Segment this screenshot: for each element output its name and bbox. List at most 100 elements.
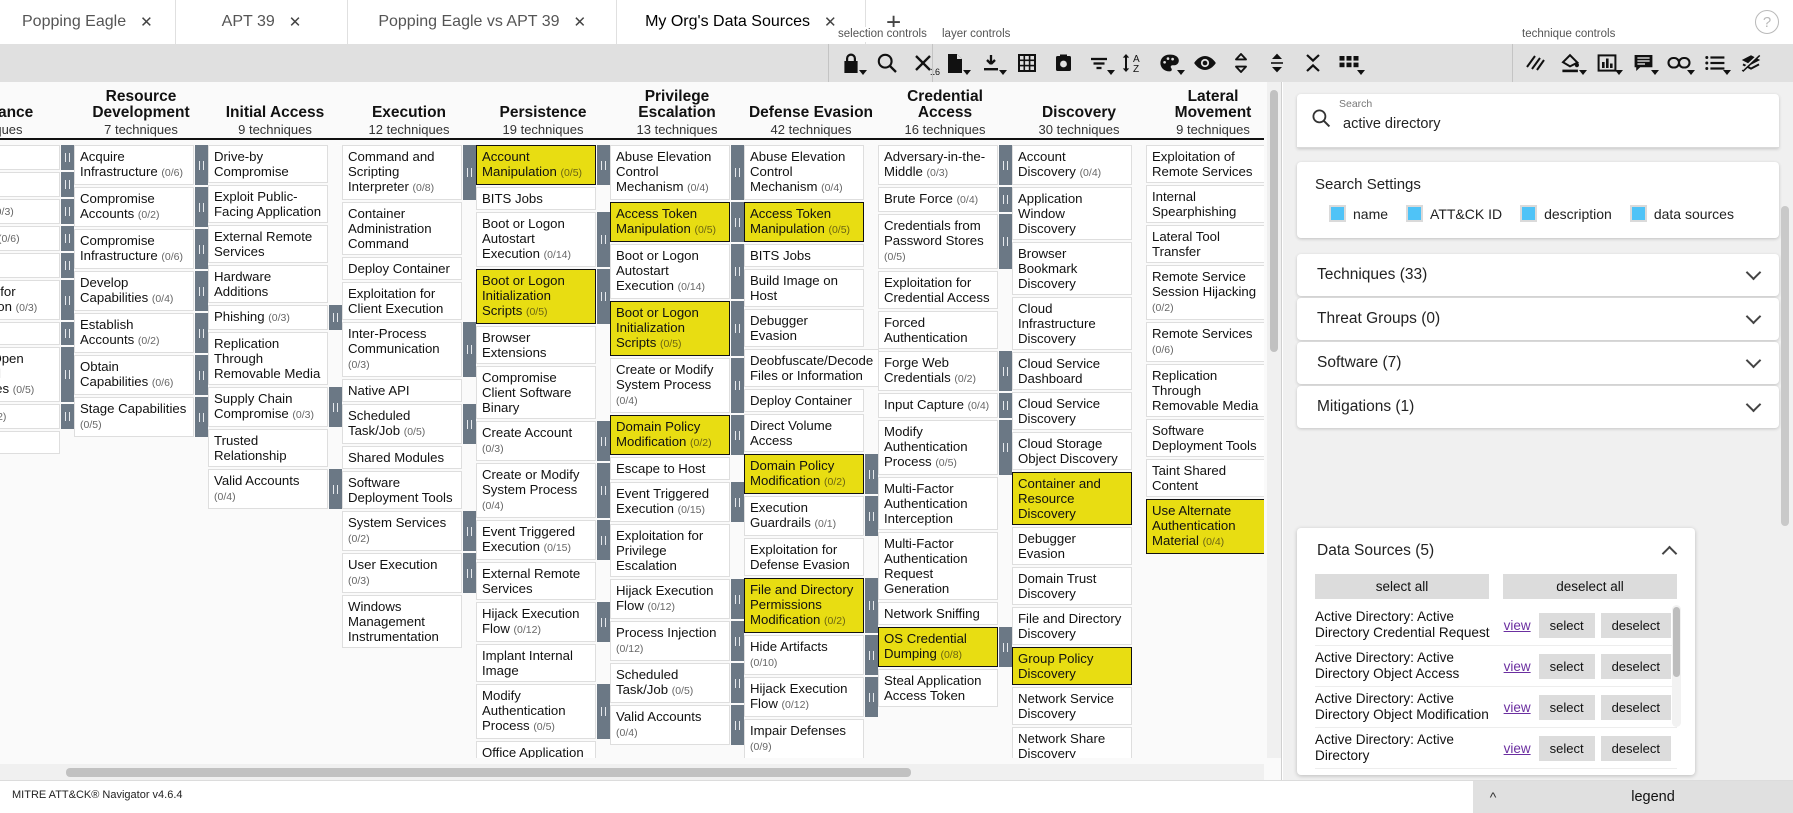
subtechnique-expand-handle[interactable] bbox=[731, 145, 744, 200]
search-field-container[interactable]: Search bbox=[1297, 94, 1779, 148]
subtechnique-expand-handle[interactable] bbox=[195, 145, 208, 185]
subtechnique-expand-handle[interactable] bbox=[195, 355, 208, 395]
data-sources-scrollbar[interactable] bbox=[1672, 605, 1681, 727]
subtechnique-expand-handle[interactable] bbox=[597, 212, 610, 267]
technique-cell[interactable]: Compromise Infrastructure (0/6) bbox=[74, 229, 194, 269]
subtechnique-expand-handle[interactable] bbox=[463, 404, 476, 444]
chevron-down-icon[interactable] bbox=[1723, 70, 1731, 75]
technique-cell[interactable]: Command and Scripting Interpreter (0/8) bbox=[342, 145, 462, 200]
subtechnique-expand-handle[interactable] bbox=[597, 684, 610, 739]
technique-cell[interactable]: Replication Through Removable Media bbox=[1146, 364, 1264, 417]
matrix-column-header[interactable]: ssanceiques bbox=[0, 82, 74, 140]
select-button[interactable]: select bbox=[1539, 736, 1595, 761]
matrix-column-header[interactable]: Discovery30 techniques bbox=[1012, 82, 1146, 140]
sidebar-scrollbar[interactable] bbox=[1780, 86, 1790, 776]
technique-cell[interactable]: Access Token Manipulation (0/5) bbox=[744, 202, 864, 242]
lock-icon[interactable] bbox=[833, 47, 869, 79]
subtechnique-expand-handle[interactable] bbox=[61, 145, 74, 170]
technique-cell[interactable]: Hijack Execution Flow (0/12) bbox=[610, 579, 730, 619]
technique-cell[interactable]: Steal Application Access Token bbox=[878, 669, 998, 707]
technique-cell[interactable]: Deploy Container bbox=[342, 257, 462, 280]
matrix-column-header[interactable]: Privilege Escalation13 techniques bbox=[610, 82, 744, 140]
technique-cell[interactable]: Domain Policy Modification (0/2) bbox=[610, 415, 730, 455]
technique-cell[interactable]: Implant Internal Image bbox=[476, 644, 596, 682]
technique-cell[interactable]: Account Discovery (0/4) bbox=[1012, 145, 1132, 185]
chevron-up-icon[interactable] bbox=[1662, 545, 1678, 561]
chevron-down-icon[interactable] bbox=[1746, 353, 1762, 369]
subtechnique-expand-handle[interactable] bbox=[597, 145, 610, 185]
help-icon[interactable]: ? bbox=[1755, 10, 1779, 34]
subtechnique-expand-handle[interactable] bbox=[731, 202, 744, 242]
technique-cell[interactable]: Compromise Client Software Binary bbox=[476, 366, 596, 419]
subtechnique-expand-handle[interactable] bbox=[195, 397, 208, 437]
technique-cell[interactable]: Account Manipulation (0/5) bbox=[476, 145, 596, 185]
layer-matrix-icon[interactable] bbox=[1009, 47, 1045, 79]
subtechnique-expand-handle[interactable] bbox=[61, 404, 74, 429]
technique-cell[interactable]: User Execution (0/3) bbox=[342, 553, 462, 593]
technique-cell[interactable]: Create Account (0/3) bbox=[476, 421, 596, 461]
subtechnique-expand-handle[interactable] bbox=[597, 463, 610, 518]
technique-cell[interactable]: Cloud Service Dashboard bbox=[1012, 352, 1132, 390]
technique-cell[interactable]: Use Alternate Authentication Material (0… bbox=[1146, 499, 1264, 554]
deselect-button[interactable]: deselect bbox=[1601, 613, 1671, 638]
clear-technique-icon[interactable] bbox=[1733, 47, 1769, 79]
chevron-down-icon[interactable] bbox=[859, 70, 867, 75]
subtechnique-expand-handle[interactable] bbox=[865, 496, 878, 536]
checkbox-icon[interactable] bbox=[1406, 205, 1423, 222]
subtechnique-expand-handle[interactable] bbox=[731, 358, 744, 413]
tab-popping-eagle[interactable]: Popping Eagle ✕ bbox=[0, 0, 176, 44]
technique-cell[interactable]: Hardware Additions bbox=[208, 265, 328, 303]
subtechnique-expand-handle[interactable] bbox=[999, 214, 1012, 269]
subtechnique-expand-handle[interactable] bbox=[61, 199, 74, 224]
technique-cell[interactable]: Host (0/4) bbox=[0, 172, 60, 197]
view-link[interactable]: view bbox=[1504, 741, 1531, 756]
technique-cell[interactable]: Replication Through Removable Media bbox=[208, 332, 328, 385]
technique-cell[interactable]: Abuse Elevation Control Mechanism (0/4) bbox=[744, 145, 864, 200]
technique-cell[interactable]: Exploit Public-Facing Application bbox=[208, 185, 328, 223]
technique-cell[interactable]: Compromise Accounts (0/2) bbox=[74, 187, 194, 227]
accordion-threat-groups[interactable]: Threat Groups (0) bbox=[1297, 298, 1779, 340]
subtechnique-expand-handle[interactable] bbox=[195, 271, 208, 311]
search-option-name[interactable]: name bbox=[1329, 205, 1388, 222]
technique-cell[interactable]: Container Administration Command bbox=[342, 202, 462, 255]
checkbox-icon[interactable] bbox=[1329, 205, 1346, 222]
technique-cell[interactable]: Modify Authentication Process (0/5) bbox=[878, 420, 998, 475]
technique-cell[interactable]: Brute Force (0/4) bbox=[878, 187, 998, 212]
technique-cell[interactable]: Browser Extensions bbox=[476, 326, 596, 364]
technique-cell[interactable]: Phishing (0/3) bbox=[208, 305, 328, 330]
subtechnique-expand-handle[interactable] bbox=[61, 253, 74, 278]
chevron-down-icon[interactable] bbox=[1177, 70, 1185, 75]
sorting-icon[interactable]: A Z bbox=[1117, 47, 1151, 79]
background-color-icon[interactable] bbox=[1553, 47, 1589, 79]
technique-cell[interactable]: Boot or Logon Initialization Scripts (0/… bbox=[610, 301, 730, 356]
select-button[interactable]: select bbox=[1539, 654, 1595, 679]
subtechnique-expand-handle[interactable] bbox=[731, 705, 744, 745]
subtechnique-expand-handle[interactable] bbox=[999, 145, 1012, 185]
matrix-column-header[interactable]: Lateral Movement9 techniques bbox=[1146, 82, 1264, 140]
chevron-down-icon[interactable] bbox=[1615, 70, 1623, 75]
chevron-down-icon[interactable] bbox=[1651, 70, 1659, 75]
chevron-down-icon[interactable] bbox=[1579, 70, 1587, 75]
subtechnique-expand-handle[interactable] bbox=[731, 579, 744, 619]
chevron-down-icon[interactable] bbox=[1357, 70, 1365, 75]
deselect-button[interactable]: deselect bbox=[1601, 736, 1671, 761]
technique-cell[interactable]: OS Credential Dumping (0/8) bbox=[878, 627, 998, 667]
clear-annotations-icon[interactable] bbox=[1295, 47, 1331, 79]
technique-cell[interactable]: Domain Trust Discovery bbox=[1012, 567, 1132, 605]
accordion-software[interactable]: Software (7) bbox=[1297, 342, 1779, 384]
deselect-button[interactable]: deselect bbox=[1601, 654, 1671, 679]
technique-cell[interactable]: Identity (0/3) bbox=[0, 199, 60, 224]
subtechnique-expand-handle[interactable] bbox=[865, 578, 878, 633]
close-icon[interactable]: ✕ bbox=[140, 15, 153, 30]
technique-cell[interactable]: File and Directory Permissions Modificat… bbox=[744, 578, 864, 633]
technique-cell[interactable]: Exploitation for Credential Access bbox=[878, 271, 998, 309]
technique-cell[interactable]: Group Policy Discovery bbox=[1012, 647, 1132, 685]
technique-cell[interactable]: BITS Jobs bbox=[476, 187, 596, 210]
technique-cell[interactable]: Network (0/6) bbox=[0, 226, 60, 251]
technique-cell[interactable]: Adversary-in-the-Middle (0/3) bbox=[878, 145, 998, 185]
new-layer-icon[interactable] bbox=[937, 47, 973, 79]
subtechnique-expand-handle[interactable] bbox=[597, 602, 610, 642]
technique-cell[interactable]: Stage Capabilities (0/5) bbox=[74, 397, 194, 437]
subtechnique-expand-handle[interactable] bbox=[999, 627, 1012, 667]
technique-cell[interactable]: Internal Spearphishing bbox=[1146, 185, 1264, 223]
